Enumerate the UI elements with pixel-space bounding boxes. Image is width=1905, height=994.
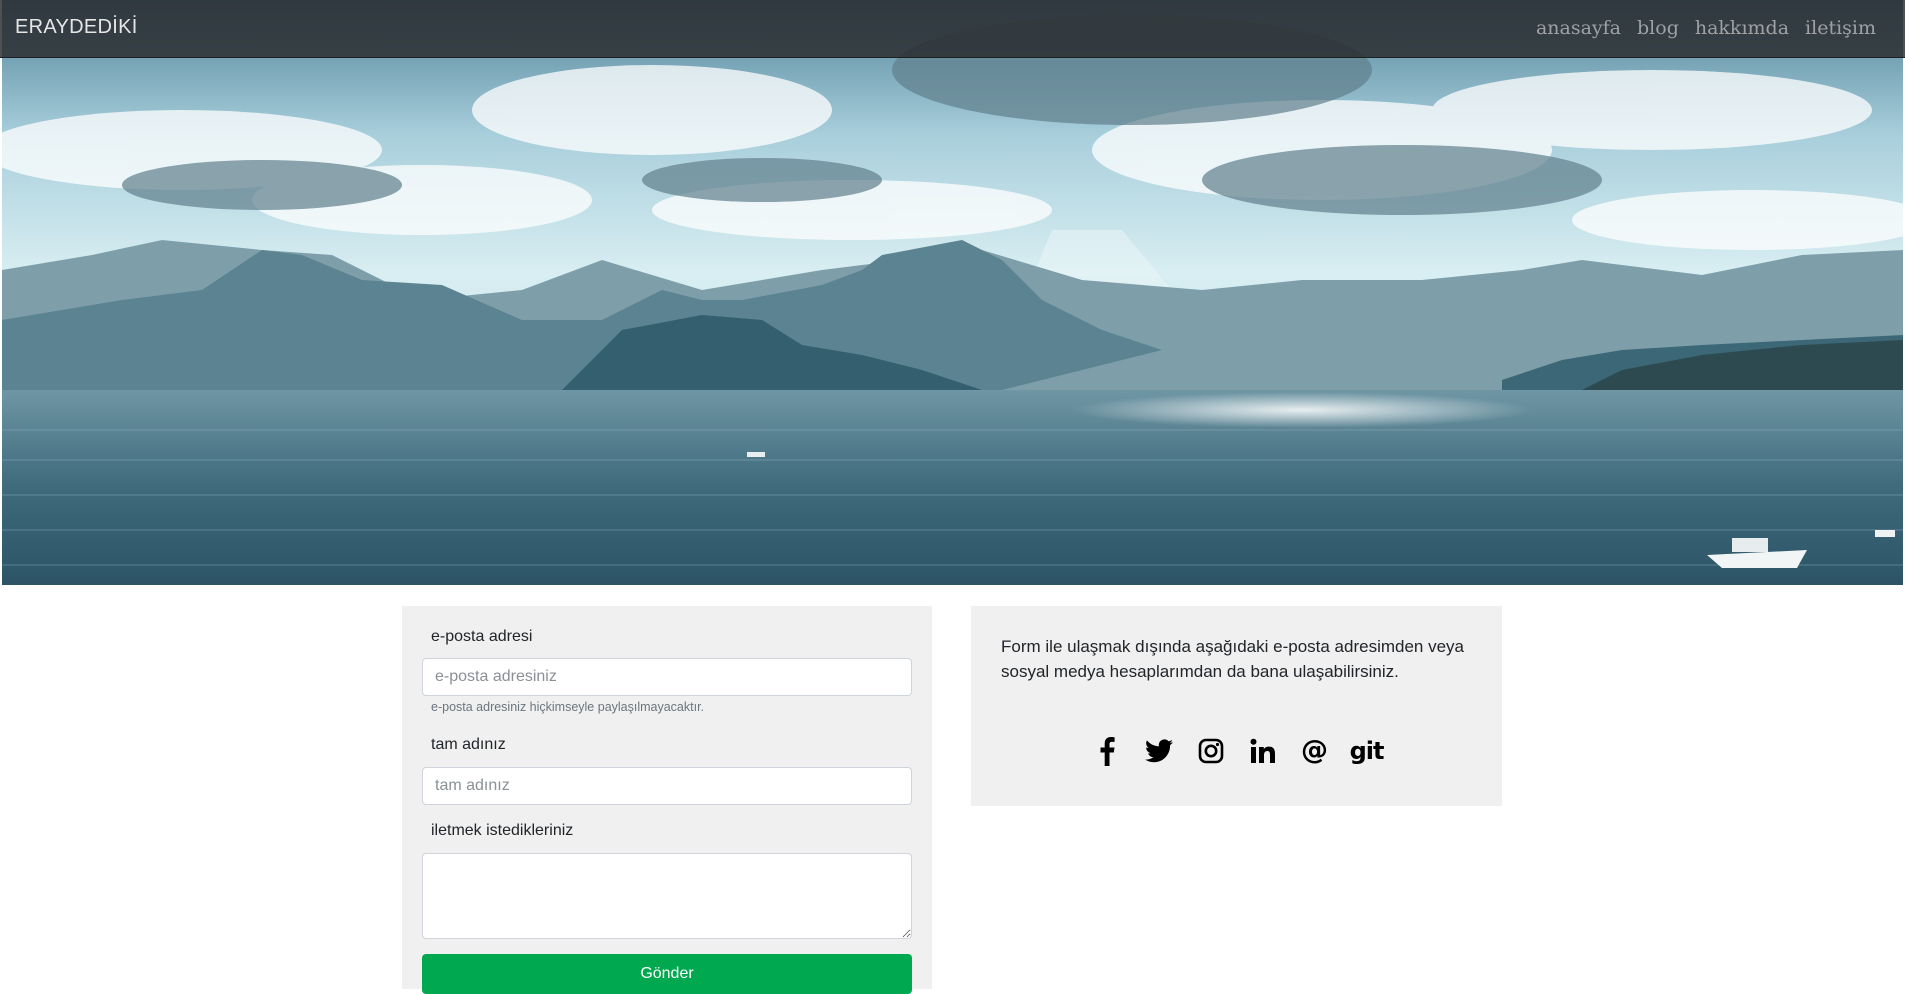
nav-link-iletisim[interactable]: iletişim bbox=[1805, 17, 1876, 39]
social-links: @ git bbox=[971, 736, 1502, 766]
name-field[interactable] bbox=[422, 767, 912, 805]
message-field[interactable] bbox=[422, 853, 912, 939]
submit-button[interactable]: Gönder bbox=[422, 954, 912, 994]
contact-info-card: Form ile ulaşmak dışında aşağıdaki e-pos… bbox=[971, 606, 1502, 806]
nav-link-blog[interactable]: blog bbox=[1637, 17, 1679, 39]
contact-info-text: Form ile ulaşmak dışında aşağıdaki e-pos… bbox=[1001, 637, 1465, 681]
email-help-text: e-posta adresiniz hiçkimseyle paylaşılma… bbox=[431, 700, 705, 714]
git-icon[interactable]: git bbox=[1349, 736, 1385, 766]
email-field[interactable] bbox=[422, 658, 912, 696]
message-label: iletmek istedikleriniz bbox=[431, 822, 574, 839]
twitter-icon[interactable] bbox=[1144, 736, 1174, 766]
linkedin-icon[interactable] bbox=[1248, 736, 1278, 766]
name-label: tam adınız bbox=[431, 736, 506, 753]
at-icon[interactable]: @ bbox=[1300, 736, 1330, 766]
nav-link-anasayfa[interactable]: anasayfa bbox=[1536, 17, 1621, 39]
at-icon-glyph: @ bbox=[1301, 735, 1328, 766]
navbar: ERAYDEDİKİ anasayfa blog hakkımda iletiş… bbox=[0, 0, 1905, 58]
email-label: e-posta adresi bbox=[431, 628, 533, 645]
hero-landscape-image bbox=[2, 0, 1903, 585]
facebook-icon[interactable] bbox=[1092, 736, 1122, 766]
git-icon-glyph: git bbox=[1349, 737, 1385, 765]
contact-form: e-posta adresi e-posta adresiniz hiçkims… bbox=[402, 606, 932, 994]
nav-links: anasayfa blog hakkımda iletişim bbox=[1536, 17, 1876, 39]
site-brand[interactable]: ERAYDEDİKİ bbox=[15, 16, 138, 39]
nav-link-hakkimda[interactable]: hakkımda bbox=[1695, 17, 1789, 39]
instagram-icon[interactable] bbox=[1196, 736, 1226, 766]
